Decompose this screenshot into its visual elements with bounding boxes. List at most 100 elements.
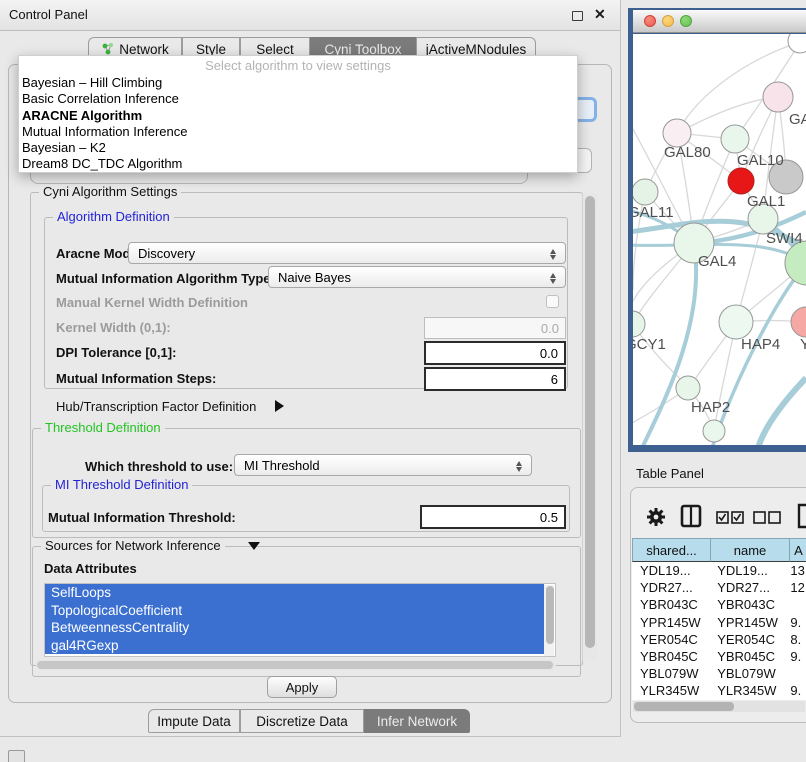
mi-steps-input[interactable]: 6 <box>424 367 566 391</box>
kernel-width-input[interactable]: 0.0 <box>424 317 566 339</box>
node-GAL80[interactable] <box>663 119 691 147</box>
table-cell[interactable]: 12 <box>786 579 806 596</box>
node-pink-top[interactable] <box>763 82 793 112</box>
column-header-shared-name[interactable]: shared... <box>632 538 711 562</box>
kernel-width-value: 0.0 <box>541 321 559 336</box>
node-GCY1[interactable] <box>633 311 645 337</box>
split-pane-icon[interactable] <box>680 504 702 528</box>
node-partial-top[interactable] <box>788 34 806 53</box>
table-cell[interactable]: YPR145W <box>709 614 786 631</box>
network-edge[interactable] <box>712 263 806 445</box>
table-row[interactable]: YBL079WYBL079W <box>632 665 806 682</box>
attribute-list-item[interactable]: TopologicalCoefficient <box>45 602 544 620</box>
table-cell[interactable]: YBR043C <box>632 596 709 613</box>
table-cell[interactable]: 13 <box>786 562 806 579</box>
checked-columns-icon[interactable] <box>716 511 744 524</box>
table-cell[interactable]: YER054C <box>632 631 709 648</box>
document-icon[interactable] <box>797 503 806 529</box>
table-cell[interactable]: YER054C <box>709 631 786 648</box>
node-partial-bottom[interactable] <box>703 420 725 442</box>
table-cell[interactable]: YBR043C <box>709 596 786 613</box>
table-cell[interactable]: 9. <box>786 614 806 631</box>
manual-kernel-checkbox[interactable] <box>546 295 559 308</box>
algorithm-option[interactable]: Bayesian – K2 <box>19 140 577 156</box>
table-cell[interactable]: YIL052C <box>709 700 786 701</box>
float-window-icon[interactable] <box>572 11 583 21</box>
expand-arrow-icon[interactable] <box>275 400 284 412</box>
table-cell[interactable]: 9 <box>786 700 806 701</box>
table-row[interactable]: YIL052CYIL052C9 <box>632 700 806 701</box>
apply-button[interactable]: Apply <box>267 676 337 698</box>
tab-discretize-data[interactable]: Discretize Data <box>240 709 364 733</box>
table-cell[interactable]: 9. <box>786 682 806 699</box>
table-cell[interactable]: YLR345W <box>632 682 709 699</box>
algorithm-option[interactable]: Dream8 DC_TDC Algorithm <box>19 156 577 172</box>
table-cell[interactable]: YLR345W <box>709 682 786 699</box>
aracne-mode-select[interactable]: Discovery <box>128 242 566 264</box>
table-row[interactable]: YER054CYER054C8. <box>632 631 806 648</box>
table-cell[interactable]: YBR045C <box>632 648 709 665</box>
unchecked-columns-icon[interactable] <box>753 511 781 524</box>
hub-definition-label[interactable]: Hub/Transcription Factor Definition <box>56 399 256 414</box>
apply-button-label: Apply <box>286 680 319 695</box>
table-cell[interactable] <box>786 665 806 682</box>
node-label: Y <box>800 336 806 353</box>
attribute-list-item[interactable]: SelfLoops <box>45 584 544 602</box>
table-cell[interactable] <box>786 596 806 613</box>
table-row[interactable]: YDR27...YDR27...12 <box>632 579 806 596</box>
mi-threshold-input[interactable]: 0.5 <box>420 505 566 529</box>
table-cell[interactable]: YPR145W <box>632 614 709 631</box>
minimized-panel-icon[interactable] <box>8 750 25 762</box>
node-salmon-right[interactable] <box>791 307 806 337</box>
algorithm-option[interactable]: ARACNE Algorithm <box>19 108 577 124</box>
network-canvas[interactable]: GALGAL80GAL10GAL1GAL11SWI4GAL4GCY1HAP4YH… <box>633 34 806 445</box>
table-row[interactable]: YBR045CYBR045C9. <box>632 648 806 665</box>
data-attributes-list[interactable]: SelfLoopsTopologicalCoefficientBetweenne… <box>44 583 556 657</box>
algorithm-dropdown-items: Bayesian – Hill ClimbingBasic Correlatio… <box>19 75 577 173</box>
attribute-list-item[interactable]: BetweennessCentrality <box>45 619 544 637</box>
algorithm-option[interactable]: Basic Correlation Inference <box>19 91 577 107</box>
tab-impute-data[interactable]: Impute Data <box>148 709 240 733</box>
node-GAL1[interactable] <box>728 168 754 194</box>
table-cell[interactable]: YDR27... <box>632 579 709 596</box>
network-edge[interactable] <box>758 378 806 445</box>
attribute-list-item[interactable]: gal4RGexp <box>45 637 544 655</box>
attributes-list-scrollbar-thumb[interactable] <box>546 586 554 644</box>
table-cell[interactable]: YDL19... <box>632 562 709 579</box>
mi-type-select[interactable]: Naive Bayes <box>268 266 566 288</box>
table-cell[interactable]: YDR27... <box>709 579 786 596</box>
table-cell[interactable]: YBL079W <box>709 665 786 682</box>
table-cell[interactable]: 9. <box>786 648 806 665</box>
algorithm-option[interactable]: Bayesian – Hill Climbing <box>19 75 577 91</box>
settings-scrollbar-thumb[interactable] <box>585 196 595 648</box>
gear-icon[interactable] <box>645 506 667 528</box>
table-cell[interactable]: YBL079W <box>632 665 709 682</box>
table-row[interactable]: YBR043CYBR043C <box>632 596 806 613</box>
node-HAP4[interactable] <box>719 305 753 339</box>
table-hscrollbar-thumb[interactable] <box>634 702 734 711</box>
table-cell[interactable]: YIL052C <box>632 700 709 701</box>
which-threshold-select[interactable]: MI Threshold <box>234 454 532 476</box>
minimize-window-button[interactable] <box>662 15 674 27</box>
close-icon[interactable]: ✕ <box>594 6 606 23</box>
tab-infer-network[interactable]: Infer Network <box>364 709 470 733</box>
control-panel-titlebar[interactable] <box>0 0 620 31</box>
node-GAL10[interactable] <box>721 125 749 153</box>
column-header-partial[interactable]: A <box>790 538 806 562</box>
node-HAP2[interactable] <box>676 376 700 400</box>
table-row[interactable]: YPR145WYPR145W9. <box>632 614 806 631</box>
table-row[interactable]: YDL19...YDL19...13 <box>632 562 806 579</box>
table-row[interactable]: YLR345WYLR345W9. <box>632 682 806 699</box>
algorithm-option[interactable]: Mutual Information Inference <box>19 124 577 140</box>
collapse-arrow-icon[interactable] <box>248 542 260 550</box>
table-cell[interactable]: YBR045C <box>709 648 786 665</box>
attributes-hscrollbar-thumb[interactable] <box>37 661 553 669</box>
table-cell[interactable]: 8. <box>786 631 806 648</box>
column-header-name[interactable]: name <box>711 538 790 562</box>
close-window-button[interactable] <box>644 15 656 27</box>
node-GAL11[interactable] <box>633 179 658 205</box>
table-cell[interactable]: YDL19... <box>709 562 786 579</box>
zoom-window-button[interactable] <box>680 15 692 27</box>
network-window-titlebar[interactable] <box>633 10 806 33</box>
dpi-tolerance-input[interactable]: 0.0 <box>424 341 566 365</box>
